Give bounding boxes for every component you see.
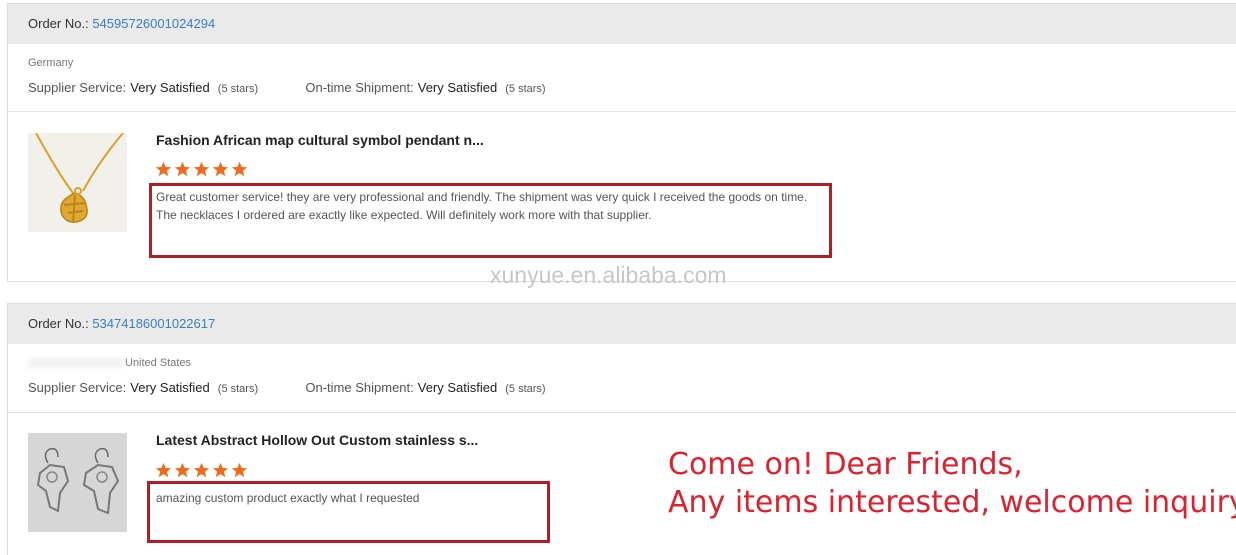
- star-icon: [174, 161, 191, 177]
- buyer-country-line: United States: [28, 357, 191, 369]
- order-number-link[interactable]: 53474186001022617: [92, 316, 215, 331]
- supplier-service-stars: (5 stars): [217, 83, 259, 95]
- divider: [8, 412, 1236, 413]
- order-header: Order No.: 53474186001022617: [8, 304, 1236, 344]
- review-text: Great customer service! they are very pr…: [156, 190, 808, 222]
- order-number-line: Order No.: 53474186001022617: [28, 316, 215, 331]
- shipment-value: Very Satisfied: [417, 80, 498, 95]
- order-card: Order No.: 54595726001024294 Germany Sup…: [7, 3, 1236, 282]
- buyer-name-redacted: [28, 358, 123, 369]
- star-icon: [155, 462, 172, 478]
- service-ratings: Supplier Service: Very Satisfied (5 stars)…: [28, 380, 546, 395]
- order-label: Order No.:: [28, 316, 89, 331]
- rating-stars: [155, 462, 250, 480]
- supplier-service-stars: (5 stars): [217, 383, 259, 395]
- divider: [8, 111, 1236, 112]
- star-icon: [174, 462, 191, 478]
- product-thumbnail[interactable]: [28, 433, 127, 532]
- buyer-country: Germany: [28, 57, 74, 69]
- product-thumbnail[interactable]: [28, 133, 127, 232]
- buyer-country: United States: [125, 357, 192, 369]
- supplier-service-value: Very Satisfied: [130, 80, 210, 95]
- supplier-service-value: Very Satisfied: [130, 380, 210, 395]
- supplier-service-label: Supplier Service:: [28, 80, 127, 95]
- star-icon: [212, 462, 229, 478]
- star-icon: [193, 462, 210, 478]
- rating-stars: [155, 161, 250, 179]
- shipment-stars: (5 stars): [505, 83, 546, 95]
- review-text: amazing custom product exactly what I re…: [156, 491, 420, 505]
- shipment-value: Very Satisfied: [417, 380, 498, 395]
- necklace-pendant-image: [28, 133, 127, 232]
- promo-line-2: Any items interested, welcome inquiry!: [668, 485, 1236, 520]
- shipment-label: On-time Shipment:: [305, 80, 414, 95]
- service-ratings: Supplier Service: Very Satisfied (5 stars)…: [28, 80, 546, 95]
- product-title[interactable]: Fashion African map cultural symbol pend…: [156, 132, 484, 148]
- star-icon: [155, 161, 172, 177]
- supplier-service-label: Supplier Service:: [28, 380, 127, 395]
- watermark: xunyue.en.alibaba.com: [490, 262, 727, 288]
- star-icon: [193, 161, 210, 177]
- product-title[interactable]: Latest Abstract Hollow Out Custom stainl…: [156, 432, 478, 448]
- star-icon: [231, 462, 248, 478]
- shipment-stars: (5 stars): [505, 383, 546, 395]
- promo-line-1: Come on! Dear Friends,: [668, 447, 1023, 482]
- shipment-label: On-time Shipment:: [305, 380, 414, 395]
- star-icon: [212, 161, 229, 177]
- order-number-link[interactable]: 54595726001024294: [92, 16, 215, 31]
- order-number-line: Order No.: 54595726001024294: [28, 16, 215, 31]
- order-label: Order No.:: [28, 16, 89, 31]
- order-header: Order No.: 54595726001024294: [8, 4, 1236, 44]
- promo-message: Come on! Dear Friends, Any items interes…: [668, 446, 1236, 522]
- earrings-image: [28, 433, 127, 532]
- star-icon: [231, 161, 248, 177]
